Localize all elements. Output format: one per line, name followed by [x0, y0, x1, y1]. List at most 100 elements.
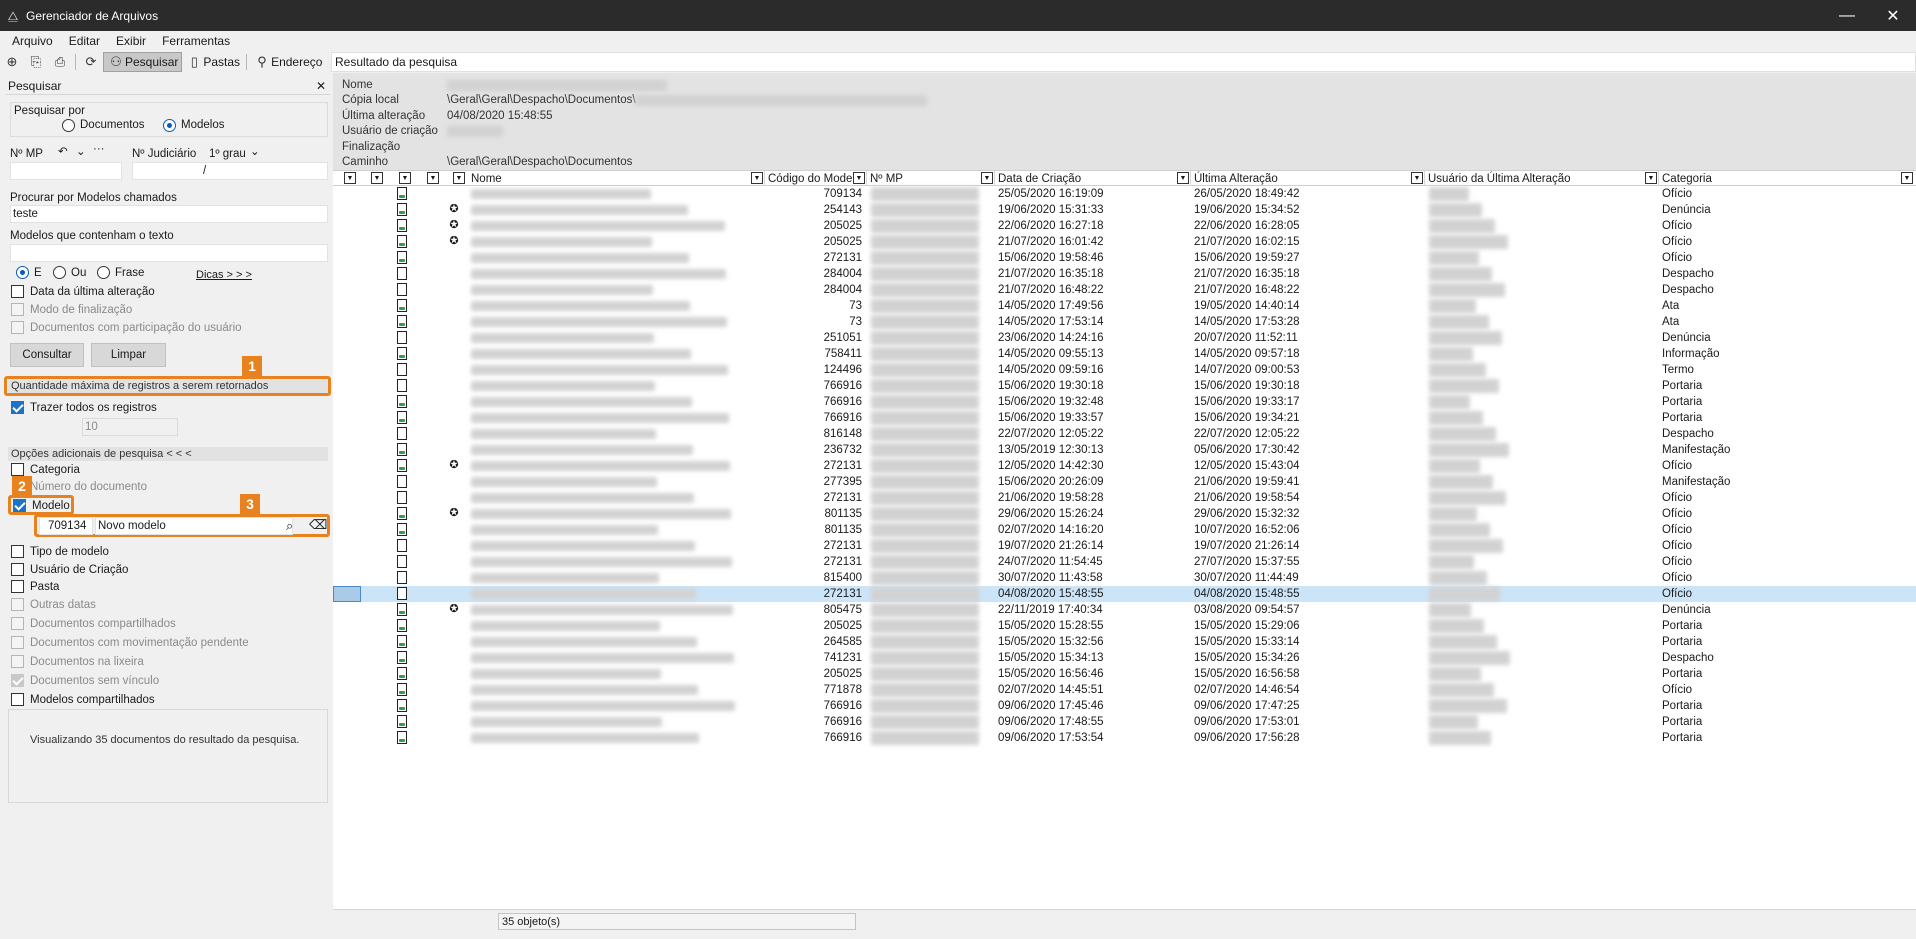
table-row[interactable]: 709134 25/05/2020 16:19:09 26/05/2020 18:4…: [333, 186, 1916, 202]
table-row[interactable]: ✪ 801135 29/06/2020 15:26:24 29/06/2020 15:…: [333, 506, 1916, 522]
phrase-radio[interactable]: [97, 266, 110, 279]
table-row[interactable]: 272131 15/06/2020 19:58:46 15/06/2020 19:5…: [333, 250, 1916, 266]
shared-models-checkbox[interactable]: [11, 693, 24, 706]
column-header-name[interactable]: Nome: [468, 171, 765, 186]
clear-model-icon[interactable]: ⌫: [309, 517, 327, 533]
category-checkbox[interactable]: [11, 463, 24, 476]
models-radio[interactable]: [163, 119, 176, 132]
menu-arquivo[interactable]: Arquivo: [4, 34, 61, 48]
judicial-number-field[interactable]: /: [132, 162, 328, 180]
table-row[interactable]: 73 14/05/2020 17:49:56 19/05/2020 14:40:14…: [333, 298, 1916, 314]
folders-button[interactable]: ▯ Pastas: [182, 52, 243, 72]
undo-icon[interactable]: ↶: [58, 144, 68, 158]
column-header-category[interactable]: Categoria: [1659, 171, 1916, 186]
table-row[interactable]: 73 14/05/2020 17:53:14 14/05/2020 17:53:28…: [333, 314, 1916, 330]
other-dates-checkbox[interactable]: [11, 598, 24, 611]
instance-chevron-icon[interactable]: ⌄: [250, 144, 260, 158]
menu-ferramentas[interactable]: Ferramentas: [154, 34, 238, 48]
address-button[interactable]: ⚲ Endereço: [250, 52, 325, 72]
address-field[interactable]: Resultado da pesquisa: [331, 52, 1916, 72]
filter-dropdown-icon[interactable]: ▼: [853, 172, 865, 184]
table-row[interactable]: ✪ 205025 21/07/2020 16:01:42 21/07/2020 16:…: [333, 234, 1916, 250]
column-header-changed-by[interactable]: Usuário da Última Alteração: [1425, 171, 1659, 186]
table-row[interactable]: ✪ 205025 22/06/2020 16:27:18 22/06/2020 16:…: [333, 218, 1916, 234]
new-document-button[interactable]: ⊕: [0, 52, 24, 72]
table-row[interactable]: 284004 21/07/2020 16:48:22 21/07/2020 16:4…: [333, 282, 1916, 298]
and-radio[interactable]: [16, 266, 29, 279]
created-by-checkbox[interactable]: [11, 563, 24, 576]
table-row[interactable]: 741231 15/05/2020 15:34:13 15/05/2020 15:3…: [333, 650, 1916, 666]
table-row[interactable]: 205025 15/05/2020 16:56:46 15/05/2020 16:5…: [333, 666, 1916, 682]
column-header-model-code[interactable]: Código do Modelo: [765, 171, 867, 186]
table-row[interactable]: 284004 21/07/2020 16:35:18 21/07/2020 16:3…: [333, 266, 1916, 282]
new-model-button[interactable]: ⎘: [24, 52, 48, 72]
mp-number-field[interactable]: [10, 162, 122, 180]
instance-select[interactable]: 1º grau: [209, 148, 246, 160]
more-icon[interactable]: ···: [93, 143, 105, 155]
filter-dropdown-icon[interactable]: ▼: [399, 172, 411, 184]
table-row[interactable]: ✪ 254143 19/06/2020 15:31:33 19/06/2020 15:…: [333, 202, 1916, 218]
filter-dropdown-icon[interactable]: ▼: [981, 172, 993, 184]
search-toggle-button[interactable]: ⚇ Pesquisar: [103, 52, 183, 72]
table-row[interactable]: 272131 04/08/2020 15:48:55 04/08/2020 15:4…: [333, 586, 1916, 602]
filter-dropdown-icon[interactable]: ▼: [453, 172, 465, 184]
close-window-button[interactable]: ✕: [1870, 0, 1916, 31]
refresh-button[interactable]: ⟳: [79, 52, 103, 72]
tips-link[interactable]: Dicas > > >: [196, 269, 252, 281]
close-panel-icon[interactable]: ✕: [316, 79, 326, 93]
containing-text-input[interactable]: [10, 244, 328, 262]
table-row[interactable]: 766916 15/06/2020 19:33:57 15/06/2020 19:3…: [333, 410, 1916, 426]
table-row[interactable]: 766916 09/06/2020 17:48:55 09/06/2020 17:5…: [333, 714, 1916, 730]
table-row[interactable]: 272131 24/07/2020 11:54:45 27/07/2020 15:3…: [333, 554, 1916, 570]
column-header-changed[interactable]: Última Alteração: [1191, 171, 1425, 186]
table-row[interactable]: 236732 13/05/2019 12:30:13 05/06/2020 17:3…: [333, 442, 1916, 458]
filter-dropdown-icon[interactable]: ▼: [1411, 172, 1423, 184]
documents-radio[interactable]: [62, 119, 75, 132]
pending-docs-checkbox[interactable]: [11, 636, 24, 649]
or-radio[interactable]: [53, 266, 66, 279]
table-row[interactable]: 815400 30/07/2020 11:43:58 30/07/2020 11:4…: [333, 570, 1916, 586]
table-row[interactable]: 272131 19/07/2020 21:26:14 19/07/2020 21:2…: [333, 538, 1916, 554]
table-row[interactable]: 272131 21/06/2020 19:58:28 21/06/2020 19:5…: [333, 490, 1916, 506]
filter-dropdown-icon[interactable]: ▼: [427, 172, 439, 184]
table-row[interactable]: 766916 15/06/2020 19:32:48 15/06/2020 19:3…: [333, 394, 1916, 410]
table-row[interactable]: 758411 14/05/2020 09:55:13 14/05/2020 09:5…: [333, 346, 1916, 362]
consult-button[interactable]: Consultar: [10, 343, 84, 367]
table-row[interactable]: 816148 22/07/2020 12:05:22 22/07/2020 12:0…: [333, 426, 1916, 442]
menu-editar[interactable]: Editar: [61, 34, 108, 48]
table-row[interactable]: ✪ 805475 22/11/2019 17:40:34 03/08/2020 09:…: [333, 602, 1916, 618]
model-code-field[interactable]: 709134: [39, 517, 93, 535]
column-header-mp[interactable]: Nº MP: [867, 171, 995, 186]
table-row[interactable]: 766916 09/06/2020 17:45:46 09/06/2020 17:4…: [333, 698, 1916, 714]
filter-dropdown-icon[interactable]: ▼: [344, 172, 356, 184]
table-row[interactable]: 801135 02/07/2020 14:16:20 10/07/2020 16:5…: [333, 522, 1916, 538]
chevron-down-icon[interactable]: ⌄: [76, 144, 86, 158]
named-models-input[interactable]: teste: [10, 205, 328, 223]
table-row[interactable]: 277395 15/06/2020 20:26:09 21/06/2020 19:5…: [333, 474, 1916, 490]
minimize-button[interactable]: —: [1824, 0, 1870, 31]
filter-dropdown-icon[interactable]: ▼: [1645, 172, 1657, 184]
column-header-created[interactable]: Data de Criação: [995, 171, 1191, 186]
shared-docs-checkbox[interactable]: [11, 617, 24, 630]
model-name-field[interactable]: Novo modelo: [95, 517, 293, 535]
finalization-checkbox[interactable]: [11, 303, 24, 316]
no-link-docs-checkbox[interactable]: [11, 674, 24, 687]
participation-checkbox[interactable]: [11, 321, 24, 334]
filter-dropdown-icon[interactable]: ▼: [371, 172, 383, 184]
model-type-checkbox[interactable]: [11, 545, 24, 558]
trash-docs-checkbox[interactable]: [11, 655, 24, 668]
menu-exibir[interactable]: Exibir: [108, 34, 154, 48]
table-row[interactable]: 264585 15/05/2020 15:32:56 15/05/2020 15:3…: [333, 634, 1916, 650]
table-row[interactable]: 124496 14/05/2020 09:59:16 14/07/2020 09:0…: [333, 362, 1916, 378]
folder-checkbox[interactable]: [11, 580, 24, 593]
clear-button[interactable]: Limpar: [91, 343, 166, 367]
filter-dropdown-icon[interactable]: ▼: [1901, 172, 1913, 184]
print-button[interactable]: ⎙: [48, 52, 72, 72]
filter-dropdown-icon[interactable]: ▼: [751, 172, 763, 184]
table-row[interactable]: 766916 09/06/2020 17:53:54 09/06/2020 17:5…: [333, 730, 1916, 746]
max-records-spinner[interactable]: 10: [82, 418, 178, 436]
last-change-checkbox[interactable]: [11, 285, 24, 298]
table-row[interactable]: 251051 23/06/2020 14:24:16 20/07/2020 11:5…: [333, 330, 1916, 346]
more-options-section[interactable]: Opções adicionais de pesquisa < < <: [8, 447, 328, 461]
search-model-icon[interactable]: ⌕: [286, 518, 293, 534]
